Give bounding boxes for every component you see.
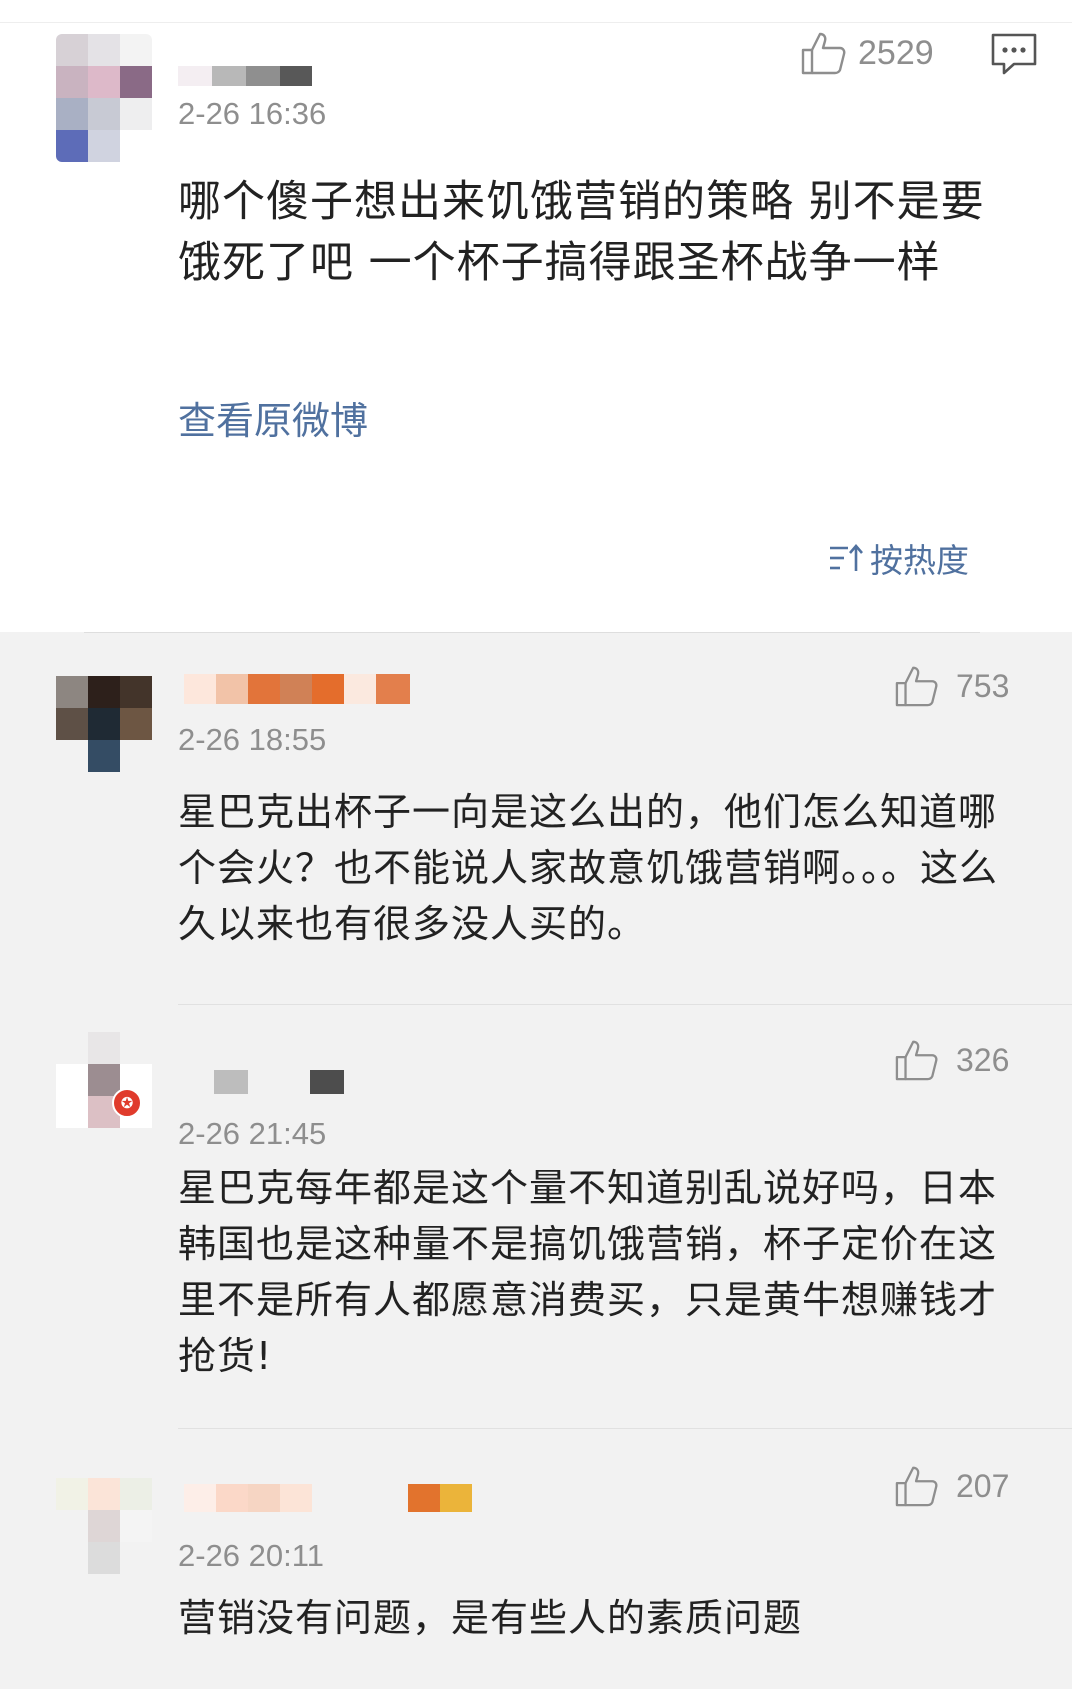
post-timestamp: 2-26 16:36 <box>178 96 327 131</box>
sort-label: 按热度 <box>870 541 969 580</box>
comment-list: 2-26 18:55 753 星巴克出杯子一向是这么出的，他们怎么知道哪个会火？… <box>0 632 1072 1689</box>
comment-content: 星巴克每年都是这个量不知道别乱说好吗，日本韩国也是这种量不是搞饥饿营销，杯子定价… <box>178 1166 998 1378</box>
comment-timestamp: 2-26 18:55 <box>178 722 327 757</box>
comment-content: 营销没有问题，是有些人的素质问题 <box>178 1596 803 1640</box>
username-blurred[interactable] <box>178 66 312 86</box>
weibo-comment-page: 2-26 16:36 2529 哪个傻子想出来饥饿营销的策略 别不是要饿死了吧 … <box>0 0 1072 1689</box>
divider <box>178 1428 1072 1429</box>
divider <box>0 22 1072 23</box>
like-button[interactable]: 326 <box>894 1038 1009 1082</box>
thumbs-up-icon <box>895 1466 938 1507</box>
like-button[interactable]: 753 <box>894 664 1009 708</box>
like-count: 207 <box>956 1467 1010 1504</box>
verified-badge-icon: ✪ <box>112 1088 142 1118</box>
like-count: 2529 <box>858 33 934 72</box>
comment-item: 2-26 20:11 207 营销没有问题，是有些人的素质问题 <box>0 1428 1072 1689</box>
avatar[interactable] <box>56 676 152 772</box>
like-count: 753 <box>956 667 1010 704</box>
like-button[interactable]: 2529 <box>800 28 934 78</box>
comment-content: 星巴克出杯子一向是这么出的，他们怎么知道哪个会火？也不能说人家故意饥饿营销啊。。… <box>178 790 999 946</box>
divider <box>178 1004 1072 1005</box>
comment-icon[interactable] <box>990 32 1038 76</box>
avatar[interactable] <box>56 1478 152 1574</box>
main-post: 2-26 16:36 2529 哪个傻子想出来饥饿营销的策略 别不是要饿死了吧 … <box>0 0 1072 632</box>
post-content: 哪个傻子想出来饥饿营销的策略 别不是要饿死了吧 一个杯子搞得跟圣杯战争一样 <box>178 177 985 288</box>
username-blurred[interactable] <box>184 674 410 704</box>
thumbs-up-icon <box>895 666 938 707</box>
comment-item: ✪ 2-26 21:45 326 星巴克每年都是这个量不知道别乱说好吗，日本韩国… <box>0 1004 1072 1428</box>
thumbs-up-icon <box>801 32 846 75</box>
avatar[interactable] <box>56 34 152 162</box>
comment-timestamp: 2-26 20:11 <box>178 1538 324 1573</box>
view-original-link[interactable]: 查看原微博 <box>178 390 368 445</box>
thumbs-up-icon <box>895 1040 938 1081</box>
comment-item: 2-26 18:55 753 星巴克出杯子一向是这么出的，他们怎么知道哪个会火？… <box>0 632 1072 1004</box>
like-button[interactable]: 207 <box>894 1464 1009 1508</box>
like-count: 326 <box>956 1041 1010 1078</box>
username-blurred[interactable] <box>184 1484 472 1512</box>
sort-desc-icon <box>830 544 863 571</box>
username-blurred[interactable] <box>214 1070 344 1094</box>
comment-timestamp: 2-26 21:45 <box>178 1116 327 1151</box>
sort-by-hot-button[interactable]: 按热度 <box>828 536 969 580</box>
